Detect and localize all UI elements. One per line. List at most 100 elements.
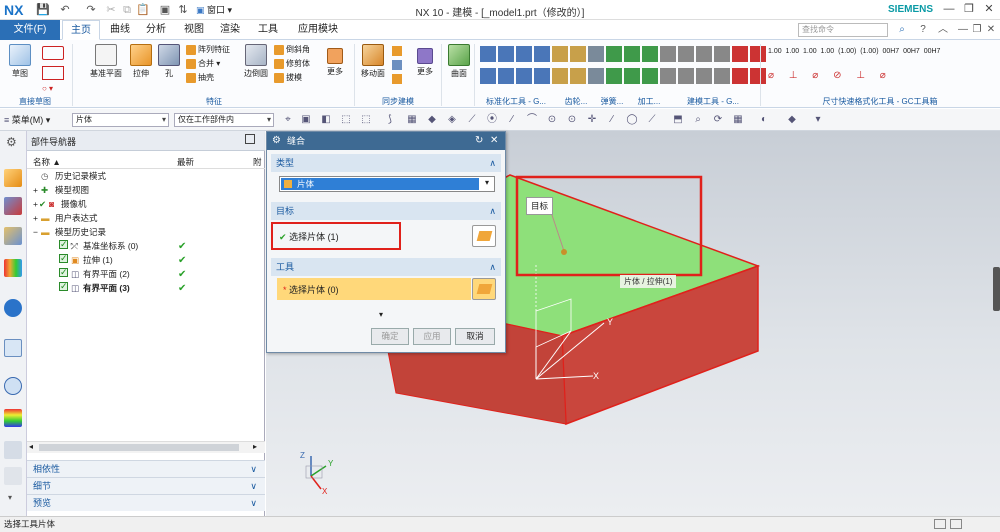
tool-icon[interactable] [588,46,604,62]
maximize-panel-icon[interactable] [245,134,255,144]
intersection-icon[interactable]: ✛ [586,114,598,126]
cancel-button[interactable]: 取消 [455,328,495,345]
tool-icon[interactable] [714,46,730,62]
quadrant-icon[interactable]: ◯ [626,114,638,126]
sub-close-icon[interactable]: ✕ [984,23,998,37]
hd3d-tools-icon[interactable] [4,299,22,317]
tab-render[interactable]: 渲染 [212,20,248,40]
search-icon[interactable]: ⌕ [895,23,909,37]
dim-format-3[interactable]: 1.00 [803,48,817,55]
assembly-navigator-icon[interactable] [4,197,22,215]
tool-icon[interactable] [534,68,550,84]
tree-row-user-expressions[interactable]: + ▬ 用户表达式 [27,212,265,225]
dimension-format-icons-row2[interactable]: ⌀ ⊥ ⌀ ⊘ ⊥ ⌀ [768,70,892,81]
circle-icon[interactable]: ○ ▾ [42,84,53,93]
tool-icon[interactable] [606,68,622,84]
tool-icon[interactable] [660,46,676,62]
menu-button[interactable]: ≡ 菜单(M) ▾ [4,113,50,126]
status-icon-2[interactable] [950,519,962,529]
help-icon[interactable]: ? [916,23,930,37]
web-browser-icon[interactable] [4,339,22,357]
sub-restore-icon[interactable]: ❐ [970,23,984,37]
pattern-feature-button[interactable]: 阵列特征 [186,44,230,55]
status-icon-1[interactable] [934,519,946,529]
snap-icon[interactable]: ⦿ [486,114,498,126]
file-menu-button[interactable]: 文件(F) [0,20,60,40]
dim-format-9[interactable]: 00H7 [924,48,941,55]
dim-format-6[interactable]: (1.00) [860,48,878,55]
fit-icon[interactable]: ⬒ [672,114,684,126]
display-icon[interactable]: ◆ [786,114,798,126]
column-name[interactable]: 名称 ▲ [33,156,61,168]
tool-icon[interactable] [606,46,622,62]
edge-icon[interactable]: ⟋ [466,114,478,126]
tool-icon[interactable] [498,46,514,62]
part-navigator-icon[interactable] [4,169,22,187]
chamfer-button[interactable]: 倒斜角 [274,44,310,55]
sync-small-icon-1[interactable] [392,46,402,56]
rotate-icon[interactable]: ⟳ [712,114,724,126]
select-target-button[interactable] [472,225,496,247]
process-studio-icon[interactable] [4,441,22,459]
tree-row-bounded-plane-3[interactable]: ◫有界平面 (3)✔ [27,280,265,295]
tab-view[interactable]: 视图 [176,20,212,40]
deselect-icon[interactable]: ⬚ [360,114,372,126]
sync-small-icon-3[interactable] [392,74,402,84]
mid-point-icon[interactable]: ⌒ [526,114,538,126]
center-icon[interactable]: ⊙ [566,114,578,126]
ok-button[interactable]: 确定 [371,328,409,345]
target-section-header[interactable]: 目标 ∧ [271,202,501,220]
tool-icon[interactable] [480,68,496,84]
apply-button[interactable]: 应用 [413,328,451,345]
dim-format-2[interactable]: 1.00 [786,48,800,55]
visibility-checkbox[interactable] [59,280,68,293]
palette-icon[interactable] [4,409,22,427]
tool-icon[interactable] [750,46,766,62]
tool-icon[interactable] [498,68,514,84]
dim-format-1[interactable]: 1.00 [768,48,782,55]
sub-minimize-icon[interactable]: — [956,23,970,37]
render-style-icon[interactable]: ◐ [758,114,770,126]
tool-section-header[interactable]: 工具 ∧ [271,258,501,276]
dialog-close-icon[interactable]: ✕ [490,132,498,150]
right-side-handle[interactable] [993,267,1000,311]
tool-icon[interactable] [642,46,658,62]
settings-icon[interactable]: ⚙ [6,135,17,149]
end-point-icon[interactable]: ∕ [506,114,518,126]
column-extra[interactable]: 附 [253,156,262,168]
view-orient-icon[interactable]: ▦ [732,114,744,126]
tool-icon[interactable] [570,46,586,62]
close-button[interactable]: ✕ [980,2,998,17]
face-icon[interactable]: ◆ [426,114,438,126]
tab-curve[interactable]: 曲线 [102,20,138,40]
tool-icon[interactable] [480,46,496,62]
tool-icon[interactable] [714,68,730,84]
tool-icon[interactable] [696,46,712,62]
tool-icon[interactable] [552,46,568,62]
surface-button[interactable]: 曲面 [446,44,472,79]
minimize-button[interactable]: — [940,2,958,17]
tree-row-cameras[interactable]: + ✔ ◙ 摄像机 [27,198,265,211]
constraint-navigator-icon[interactable] [4,227,22,245]
expand-more-icon[interactable]: ▾ [379,310,383,319]
sketch-button[interactable]: 草图 [6,44,34,79]
target-select-sheet[interactable]: ✔ 选择片体 (1) [279,230,339,243]
dim-format-4[interactable]: 1.00 [821,48,835,55]
column-latest[interactable]: 最新 [177,156,194,168]
type-filter-dropdown[interactable]: 片体 [72,113,169,127]
type-section-header[interactable]: 类型 ∧ [271,154,501,172]
reuse-library-icon[interactable] [4,259,22,277]
tool-icon[interactable] [570,68,586,84]
shell-button[interactable]: 抽壳 [186,72,214,83]
tab-analysis[interactable]: 分析 [138,20,174,40]
draft-button[interactable]: 拔模 [274,72,302,83]
tool-icon[interactable] [732,46,748,62]
curve-rule-icon[interactable]: ⟆ [384,114,396,126]
tool-icon[interactable] [678,46,694,62]
unite-button[interactable]: 合并 ▾ [186,58,220,69]
datum-plane-button[interactable]: 基准平面 [86,44,126,79]
tree-row-model-views[interactable]: + ✚ 模型视图 [27,184,265,197]
select-all-icon[interactable]: ◧ [320,114,332,126]
tab-home[interactable]: 主页 [62,20,100,40]
dim-format-7[interactable]: 00H7 [882,48,899,55]
